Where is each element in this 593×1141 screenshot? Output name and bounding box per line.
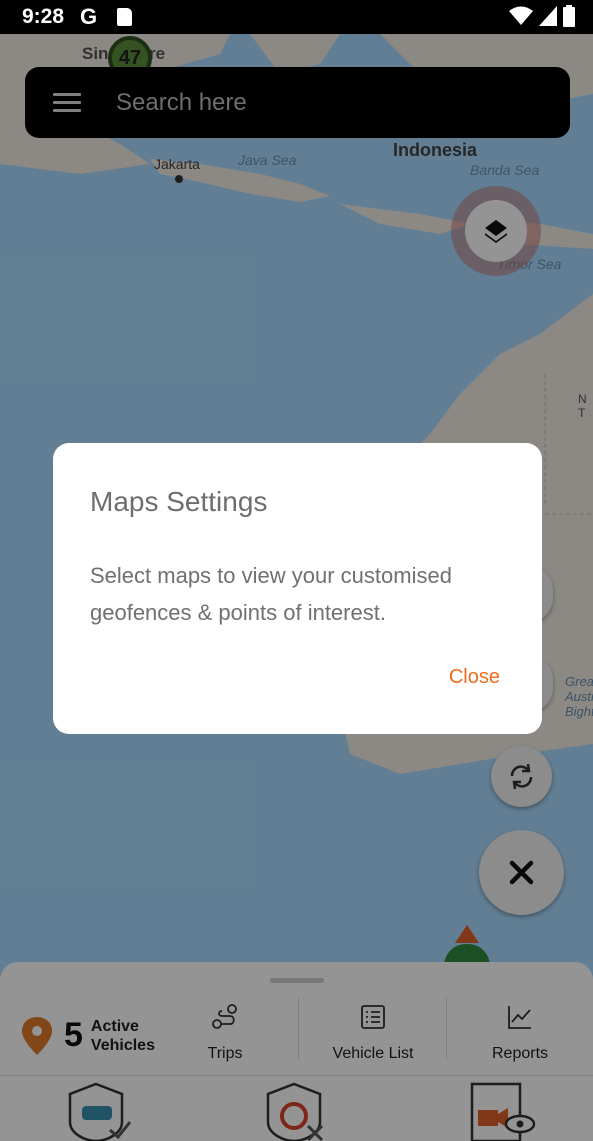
battery-icon [563,5,575,27]
dialog-message: Select maps to view your customised geof… [90,563,452,625]
status-time: 9:28 [22,5,65,28]
maps-settings-dialog: Maps Settings Select maps to view your c… [53,443,542,734]
wifi-icon [509,6,533,25]
signal-icon [539,6,557,26]
sd-card-icon [117,8,132,26]
status-bar: 9:28 G [0,0,593,34]
google-icon: G [80,4,98,29]
close-button[interactable]: Close [449,666,500,689]
dialog-title: Maps Settings [90,486,268,517]
